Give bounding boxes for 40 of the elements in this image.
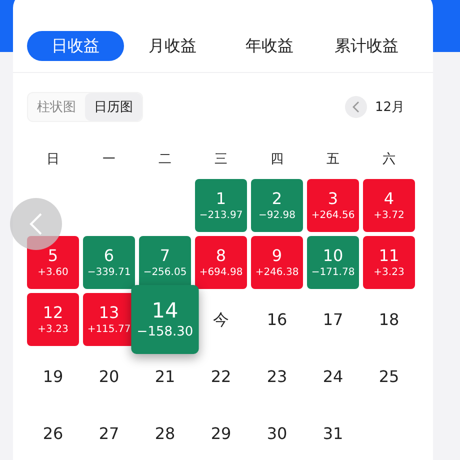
day-cell[interactable]: 3 +264.56 xyxy=(307,179,359,232)
tab[interactable]: 年收益 xyxy=(221,31,318,61)
weekday-label: 日 xyxy=(46,151,60,169)
day-cell[interactable]: 10 −171.78 xyxy=(307,236,359,289)
day-cell[interactable]: 23 xyxy=(251,350,303,403)
weekday-label: 二 xyxy=(158,151,172,169)
day-cell[interactable]: 16 xyxy=(251,293,303,346)
day-cell[interactable]: 9 +246.38 xyxy=(251,236,303,289)
day-cell[interactable]: 2 −92.98 xyxy=(251,179,303,232)
weekday-label: 三 xyxy=(214,151,228,169)
weekday-label: 一 xyxy=(102,151,116,169)
view-option[interactable]: 日历图 xyxy=(85,93,142,121)
day-cell[interactable]: 8 +694.98 xyxy=(195,236,247,289)
tab[interactable]: 日收益 xyxy=(27,31,124,61)
tab[interactable]: 累计收益 xyxy=(318,31,415,61)
day-cell[interactable]: 19 xyxy=(27,350,79,403)
day-cell[interactable]: 6 −339.71 xyxy=(83,236,135,289)
previous-month-button[interactable] xyxy=(345,96,367,118)
day-cell[interactable]: 28 xyxy=(139,407,191,460)
weekday-label: 六 xyxy=(382,151,396,169)
day-cell[interactable]: 27 xyxy=(83,407,135,460)
day-cell[interactable]: 1 −213.97 xyxy=(195,179,247,232)
day-cell[interactable]: 29 xyxy=(195,407,247,460)
day-cell[interactable]: 12 +3.23 xyxy=(27,293,79,346)
day-cell[interactable]: 25 xyxy=(363,350,415,403)
day-cell[interactable]: 18 xyxy=(363,293,415,346)
tab[interactable]: 月收益 xyxy=(124,31,221,61)
day-cell[interactable]: 26 xyxy=(27,407,79,460)
weekday-label: 四 xyxy=(270,151,284,169)
month-label: 12月 xyxy=(375,99,405,116)
day-cell[interactable]: 4 +3.72 xyxy=(363,179,415,232)
day-cell[interactable]: 11 +3.23 xyxy=(363,236,415,289)
day-cell[interactable]: 24 xyxy=(307,350,359,403)
day-cell[interactable]: 30 xyxy=(251,407,303,460)
day-cell[interactable]: 14 −158.30 xyxy=(131,285,199,354)
chevron-left-icon xyxy=(352,101,360,113)
day-cell[interactable]: 17 xyxy=(307,293,359,346)
weekday-label: 五 xyxy=(326,151,340,169)
chevron-left-icon xyxy=(29,212,43,236)
day-cell[interactable]: 31 xyxy=(307,407,359,460)
